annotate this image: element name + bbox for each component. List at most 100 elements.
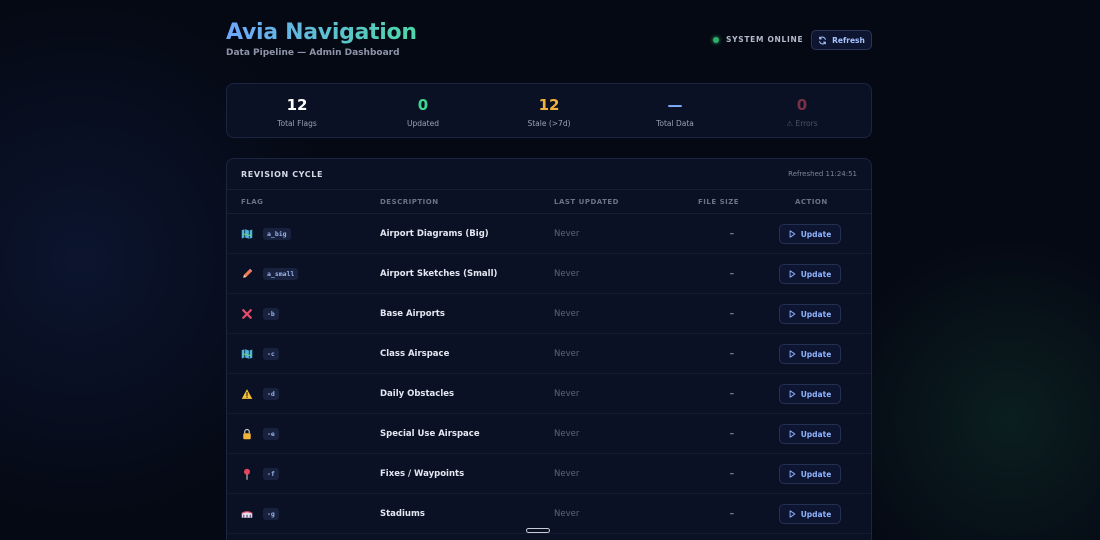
table-row: -d Daily Obstacles Never – Update [227, 374, 871, 414]
file-size-cell: – [729, 429, 734, 439]
flag-code: -b [263, 308, 279, 320]
play-icon [789, 350, 796, 358]
update-label: Update [800, 229, 832, 239]
file-size-cell: – [729, 229, 734, 239]
update-button[interactable]: Update [779, 264, 841, 284]
flag-cell: -d [241, 374, 279, 414]
update-label: Update [800, 349, 832, 359]
system-status: SYSTEM ONLINE [713, 35, 803, 44]
stat-value: — [667, 96, 683, 114]
update-button[interactable]: Update [779, 504, 841, 524]
map-icon [241, 228, 253, 240]
refresh-label: Refresh [832, 35, 865, 45]
stat-value: 0 [417, 96, 429, 114]
pin-icon [241, 468, 253, 480]
file-size-cell: – [729, 309, 734, 319]
status-dot-icon [713, 36, 719, 43]
play-icon [789, 270, 796, 278]
update-button[interactable]: Update [779, 344, 841, 364]
last-updated-cell: Never [554, 349, 580, 359]
description-cell: Airport Diagrams (Big) [380, 229, 489, 239]
flag-code: -d [263, 388, 279, 400]
action-cell: Update [779, 254, 841, 294]
page-subtitle: Data Pipeline — Admin Dashboard [226, 48, 400, 58]
action-cell: Update [779, 214, 841, 254]
play-icon [789, 310, 796, 318]
description-cell: Daily Obstacles [380, 389, 455, 399]
warning-icon [241, 388, 253, 400]
flag-code: -e [263, 428, 279, 440]
update-label: Update [800, 389, 832, 399]
file-size-cell: – [729, 509, 734, 519]
column-header-flag: FLAG [241, 198, 264, 206]
action-cell: Update [779, 334, 841, 374]
play-icon [789, 430, 796, 438]
update-button[interactable]: Update [779, 464, 841, 484]
table-header: FLAG DESCRIPTION LAST UPDATED FILE SIZE … [227, 190, 871, 214]
table-row: a_big Airport Diagrams (Big) Never – Update [227, 214, 871, 254]
action-cell: Update [779, 494, 841, 534]
table-row: -c Class Airspace Never – Update [227, 334, 871, 374]
last-updated-cell: Never [554, 309, 580, 319]
flag-cell: -b [241, 294, 279, 334]
revision-cycle-panel: REVISION CYCLE Refreshed 11:24:51 FLAG D… [226, 158, 872, 540]
file-size-cell: – [729, 389, 734, 399]
cross-icon [241, 308, 253, 320]
update-button[interactable]: Update [779, 224, 841, 244]
last-updated-cell: Never [554, 509, 580, 519]
last-updated-cell: Never [554, 389, 580, 399]
update-button[interactable]: Update [779, 304, 841, 324]
update-button[interactable]: Update [779, 424, 841, 444]
map-icon [241, 348, 253, 360]
action-cell: Update [779, 294, 841, 334]
file-size-cell: – [729, 469, 734, 479]
dashboard: Avia Navigation Data Pipeline — Admin Da… [226, 0, 872, 540]
stat-stale: 12 Stale (>7d) [489, 84, 609, 129]
scroll-indicator[interactable] [526, 528, 550, 533]
flag-code: a_small [263, 268, 299, 280]
panel-header: REVISION CYCLE Refreshed 11:24:51 [227, 159, 871, 190]
update-button[interactable]: Update [779, 384, 841, 404]
column-header-file-size: FILE SIZE [698, 198, 740, 206]
table-row: -f Fixes / Waypoints Never – Update [227, 454, 871, 494]
last-updated-cell: Never [554, 429, 580, 439]
update-label: Update [800, 309, 832, 319]
flag-code: -f [263, 468, 279, 480]
table-row: a_small Airport Sketches (Small) Never – Upd… [227, 254, 871, 294]
last-updated-cell: Never [554, 269, 580, 279]
stat-label: Stale (>7d) [527, 119, 571, 128]
stat-label: Total Data [656, 119, 694, 128]
flag-code: a_big [263, 228, 291, 240]
stats-bar: 12 Total Flags 0 Updated 12 Stale (>7d) … [226, 83, 872, 138]
flag-cell: -g [241, 494, 279, 534]
update-label: Update [800, 469, 832, 479]
table-body: a_big Airport Diagrams (Big) Never – Update a… [227, 214, 871, 534]
file-size-cell: – [729, 349, 734, 359]
flag-code: -g [263, 508, 279, 520]
pencil-icon [241, 268, 253, 280]
table-row: -b Base Airports Never – Update [227, 294, 871, 334]
play-icon [789, 470, 796, 478]
page-header: Avia Navigation Data Pipeline — Admin Da… [226, 0, 872, 83]
description-cell: Class Airspace [380, 349, 450, 359]
refreshed-timestamp: Refreshed 11:24:51 [788, 170, 857, 178]
action-cell: Update [779, 414, 841, 454]
play-icon [789, 390, 796, 398]
stat-errors: 0 ⚠ Errors [742, 84, 862, 129]
flag-cell: a_big [241, 214, 291, 254]
flag-cell: -f [241, 454, 279, 494]
stat-label: ⚠ Errors [786, 119, 818, 128]
panel-title: REVISION CYCLE [241, 170, 324, 179]
lock-icon [241, 428, 253, 440]
stat-updated: 0 Updated [363, 84, 483, 129]
update-label: Update [800, 509, 832, 519]
last-updated-cell: Never [554, 229, 580, 239]
stat-label: Updated [407, 119, 439, 128]
description-cell: Fixes / Waypoints [380, 469, 465, 479]
last-updated-cell: Never [554, 469, 580, 479]
table-row: -e Special Use Airspace Never – Update [227, 414, 871, 454]
description-cell: Stadiums [380, 509, 425, 519]
stadium-icon [241, 508, 253, 520]
flag-cell: a_small [241, 254, 299, 294]
refresh-button[interactable]: Refresh [811, 30, 872, 50]
